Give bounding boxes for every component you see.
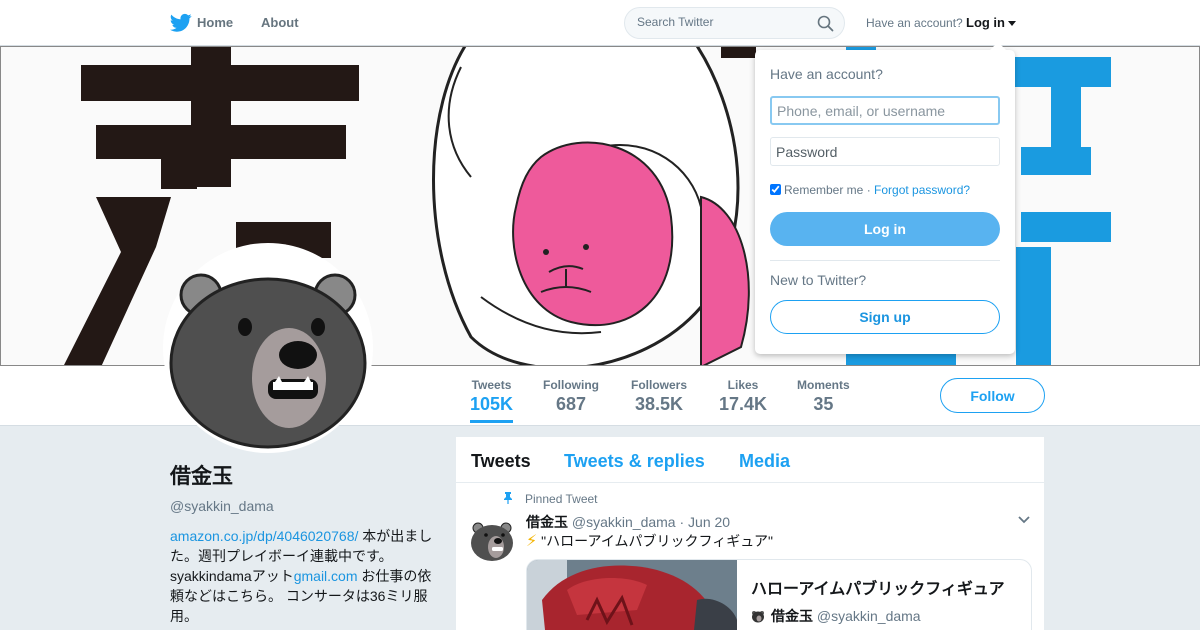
tweet-header: 借金玉 @syakkin_dama · Jun 20 <box>526 512 730 532</box>
new-to-twitter-prompt: New to Twitter? <box>770 272 867 288</box>
login-button[interactable]: Log in <box>770 212 1000 246</box>
caret-down-icon[interactable] <box>1008 21 1016 26</box>
card-author-handle: @syakkin_dama <box>816 608 921 624</box>
card-title: ハローアイムパブリックフィギュア <box>751 581 1005 598</box>
divider <box>770 260 1000 261</box>
remember-me-label[interactable]: Remember me <box>784 183 863 197</box>
stat-value: 35 <box>813 394 834 414</box>
login-dropdown: Have an account? Remember me · Forgot pa… <box>755 42 1015 354</box>
signup-button[interactable]: Sign up <box>770 300 1000 334</box>
stat-followers[interactable]: Followers 38.5K <box>631 378 687 415</box>
pin-icon <box>504 492 512 504</box>
card-author: 借金玉 @syakkin_dama <box>751 606 921 626</box>
tweet-body: "ハローアイムパブリックフィギュア" <box>537 533 773 549</box>
stat-likes[interactable]: Likes 17.4K <box>719 378 767 415</box>
link-card[interactable]: ハローアイムパブリックフィギュア 借金玉 @syakkin_dama <box>526 559 1032 630</box>
card-author-name: 借金玉 <box>771 608 813 624</box>
profile-card: 借金玉 @syakkin_dama amazon.co.jp/dp/404602… <box>170 460 440 626</box>
pinned-tweet[interactable]: Pinned Tweet 借金玉 @syakkin_dama · Jun 20 … <box>456 483 1044 630</box>
tab-tweets-replies[interactable]: Tweets & replies <box>564 451 705 472</box>
stat-label: Likes <box>727 378 759 392</box>
stat-label: Moments <box>797 378 850 392</box>
top-navigation: Home About Have an account? Log in <box>0 0 1200 46</box>
login-heading: Have an account? <box>770 66 883 82</box>
follow-button[interactable]: Follow <box>940 378 1045 413</box>
stat-value: 105K <box>470 394 514 414</box>
bio-gmail-link[interactable]: gmail.com <box>294 568 358 584</box>
tweet-author-handle[interactable]: @syakkin_dama <box>572 514 676 530</box>
lightning-icon: ⚡ <box>526 533 538 550</box>
remember-me-row: Remember me · Forgot password? <box>770 183 970 197</box>
twitter-bird-icon[interactable] <box>170 13 192 33</box>
chevron-down-icon[interactable] <box>1018 516 1030 524</box>
card-thumbnail-image <box>527 560 737 630</box>
profile-display-name[interactable]: 借金玉 <box>170 460 440 490</box>
tweet-date[interactable]: · Jun 20 <box>679 514 730 530</box>
stat-value: 687 <box>555 394 587 414</box>
bio-amazon-link[interactable]: amazon.co.jp/dp/4046020768/ <box>170 528 358 544</box>
timeline-tabs: Tweets Tweets & replies Media <box>456 437 1044 483</box>
stat-label: Following <box>543 378 599 392</box>
search-input[interactable] <box>637 15 807 29</box>
forgot-password-link[interactable]: Forgot password? <box>874 183 970 197</box>
profile-screen-name[interactable]: @syakkin_dama <box>170 498 440 514</box>
nav-home-link[interactable]: Home <box>197 15 233 30</box>
password-field[interactable] <box>770 137 1000 166</box>
username-field[interactable] <box>770 96 1000 125</box>
nav-about-link[interactable]: About <box>261 15 299 30</box>
tab-media[interactable]: Media <box>739 451 790 472</box>
bear-avatar-icon <box>752 611 764 623</box>
stat-value: 38.5K <box>634 394 684 414</box>
tab-tweets[interactable]: Tweets <box>471 451 531 472</box>
tweet-avatar[interactable] <box>468 515 516 563</box>
remember-me-checkbox[interactable] <box>770 184 781 195</box>
stat-moments[interactable]: Moments 35 <box>797 378 850 415</box>
tweet-text: ⚡ "ハローアイムパブリックフィギュア" <box>526 531 773 551</box>
login-dropdown-toggle[interactable]: Log in <box>966 15 1005 30</box>
stat-following[interactable]: Following 687 <box>543 378 599 415</box>
pinned-tweet-label: Pinned Tweet <box>525 492 598 506</box>
separator-dot: · <box>863 183 875 197</box>
tweet-author-name[interactable]: 借金玉 <box>526 514 568 530</box>
bear-avatar-image <box>169 273 367 449</box>
account-prompt: Have an account? <box>866 16 963 30</box>
stat-label: Tweets <box>471 378 512 392</box>
profile-avatar[interactable] <box>163 243 373 453</box>
stat-value: 17.4K <box>719 394 768 414</box>
stat-label: Followers <box>631 378 688 392</box>
profile-bio: amazon.co.jp/dp/4046020768/ 本が出ました。週刊プレイ… <box>170 526 440 626</box>
search-box[interactable] <box>624 7 845 39</box>
stat-tweets[interactable]: Tweets 105K <box>470 378 514 423</box>
timeline: Tweets Tweets & replies Media Pinned Twe… <box>456 437 1044 630</box>
search-icon[interactable] <box>817 15 834 32</box>
bear-avatar-image <box>471 522 513 561</box>
